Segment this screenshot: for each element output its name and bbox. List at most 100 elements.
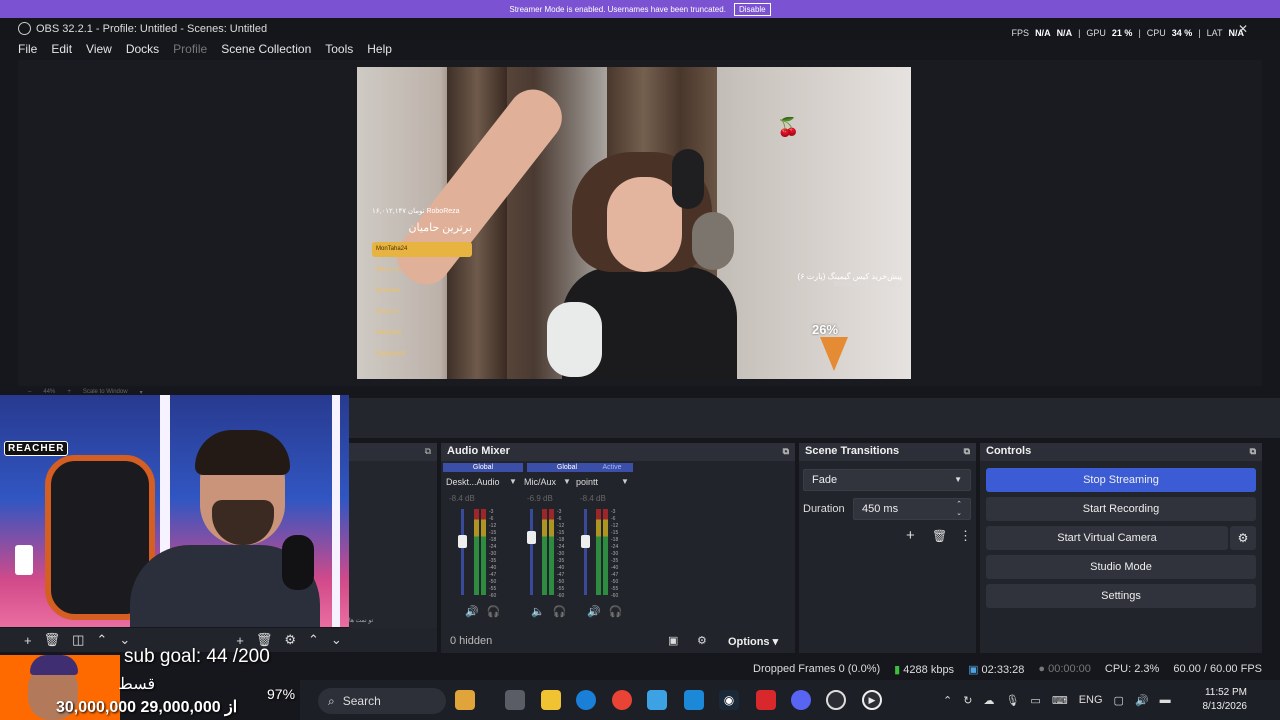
fader-knob[interactable] [527, 531, 536, 544]
start-virtual-camera-button[interactable]: Start Virtual Camera [986, 526, 1228, 550]
keyboard-icon[interactable]: ⌨ [1052, 694, 1068, 707]
meter-ticks: -3 -6 -12 -15 -18 -24 -30 -35 -40 -47 -50 -55 -60 [611, 509, 619, 599]
transition-select[interactable]: Fade ▼ [803, 469, 971, 491]
level-meter [542, 509, 547, 595]
options-button[interactable]: Options ▾ [728, 635, 778, 648]
chevron-down-icon[interactable]: ▼ [509, 477, 517, 486]
trash-icon[interactable]: 🗑 [44, 632, 61, 648]
separator: | [1078, 28, 1081, 38]
sub-goal-overlay: sub goal: 44 /200 [124, 646, 270, 667]
system-tray: ⌃ ↻ ☁ 🎙 ▭ ⌨ ENG ▢ 🔊 ▬ [943, 690, 1171, 710]
disable-streamer-mode-button[interactable]: Disable [733, 2, 771, 16]
volume-fader[interactable] [458, 509, 467, 595]
bird [692, 212, 734, 270]
webcam-overlay: REACHER [0, 395, 349, 627]
top-donor-user: RoboReza [426, 208, 460, 215]
performance-stats: FPS N/A N/A | GPU 21 % | CPU 34 % | LAT … [1012, 28, 1244, 38]
taskbar-clock[interactable]: 11:52 PM 8/13/2026 [1203, 686, 1248, 714]
speaker-icon[interactable]: 🔊 [465, 605, 479, 618]
signal-icon: ▮ [894, 663, 901, 676]
studio-mode-button[interactable]: Studio Mode [986, 555, 1256, 579]
window-title: OBS 32.2.1 - Profile: Untitled - Scenes:… [36, 22, 268, 35]
menu-tools[interactable]: Tools [325, 42, 353, 56]
headphones-icon[interactable]: 🎧 [487, 605, 501, 618]
dock-float-icon[interactable]: ⧉ [964, 446, 970, 457]
chrome-icon[interactable] [612, 690, 632, 710]
task-view-icon[interactable] [505, 690, 525, 710]
trash-icon[interactable]: 🗑 [932, 529, 947, 543]
chevron-up-icon[interactable]: ⌃ [943, 694, 952, 707]
stream-time: ▣ 02:33:28 [968, 663, 1024, 676]
window-icon[interactable]: ▭ [1030, 694, 1040, 707]
taskbar-search[interactable]: ⌕ Search [318, 688, 446, 714]
menu-profile[interactable]: Profile [173, 42, 207, 56]
cpu-usage: CPU: 2.3% [1104, 663, 1160, 675]
display-icon[interactable]: ▢ [1114, 694, 1124, 707]
sync-icon[interactable]: ↻ [963, 694, 972, 707]
chevron-down-icon[interactable]: ▼ [621, 477, 629, 486]
channel-name[interactable]: Deskt...Audio [446, 477, 500, 487]
dock-float-icon[interactable]: ⧉ [1250, 446, 1256, 457]
close-icon[interactable]: ✕ [1238, 22, 1248, 36]
cloud-icon[interactable]: ☁ [983, 694, 994, 707]
recording-time: ● 00:00:00 [1038, 663, 1091, 675]
dock-float-icon[interactable]: ⧉ [783, 446, 789, 457]
media-player-icon[interactable]: ▶ [862, 690, 882, 710]
fader-knob[interactable] [581, 535, 590, 548]
menu-view[interactable]: View [86, 42, 112, 56]
language-indicator[interactable]: ENG [1079, 694, 1103, 706]
edge-icon[interactable] [576, 690, 596, 710]
spin-arrows-icon[interactable]: ⌃ ⌄ [956, 500, 962, 518]
menu-edit[interactable]: Edit [51, 42, 72, 56]
sources-panel-header: ⧉ [349, 443, 437, 461]
stop-streaming-button[interactable]: Stop Streaming [986, 468, 1256, 492]
headphones-active-icon[interactable]: 🎧 [609, 605, 623, 618]
menu-docks[interactable]: Docks [126, 42, 159, 56]
move-down-icon[interactable]: ⌄ [331, 632, 342, 648]
dock-float-icon[interactable]: ⧉ [425, 446, 431, 457]
volume-icon[interactable]: 🔊 [1135, 694, 1149, 707]
discord-icon[interactable] [791, 690, 811, 710]
store-icon[interactable] [647, 690, 667, 710]
add-icon[interactable]: + [24, 633, 32, 648]
app-icon[interactable] [684, 690, 704, 710]
channel-db: -8.4 dB [580, 494, 606, 503]
layout-icon[interactable]: ▣ [668, 634, 678, 647]
menu-help[interactable]: Help [367, 42, 392, 56]
volume-fader[interactable] [581, 509, 590, 595]
obs-logo-icon [18, 22, 31, 35]
file-explorer-icon[interactable] [541, 690, 561, 710]
installment-label: قسط [118, 676, 156, 693]
channel-name[interactable]: pointt [576, 477, 598, 487]
channel-icons: 🔊 🎧 [465, 605, 500, 618]
channel-name[interactable]: Mic/Aux [524, 477, 556, 487]
gear-icon[interactable]: ⚙ [284, 632, 296, 648]
speaker-muted-icon[interactable]: 🔈 [531, 605, 545, 618]
settings-button[interactable]: Settings [986, 584, 1256, 608]
menu-scene-collection[interactable]: Scene Collection [221, 42, 311, 56]
more-options-icon[interactable]: ⋮ [959, 528, 972, 544]
move-up-icon[interactable]: ⌃ [308, 632, 319, 648]
virtual-camera-settings-gear-icon[interactable]: ⚙ [1230, 526, 1256, 550]
stream-preview[interactable]: 🍒 ۱۶,۰۱۲,۱۴۷ تومان RoboReza برترین حامیا… [357, 67, 911, 379]
headphones-icon[interactable]: 🎧 [553, 605, 567, 618]
chevron-down-icon[interactable]: ▼ [563, 477, 571, 486]
duration-spinbox[interactable]: 450 ms ⌃ ⌄ [853, 498, 971, 520]
stream-time-value: 02:33:28 [981, 663, 1025, 676]
speaker-icon[interactable]: 🔊 [587, 605, 601, 618]
start-recording-button[interactable]: Start Recording [986, 497, 1256, 521]
microphone-icon[interactable]: 🎙 [1005, 694, 1019, 707]
fader-knob[interactable] [458, 535, 467, 548]
obs-taskbar-icon[interactable] [826, 690, 846, 710]
battery-icon[interactable]: ▬ [1160, 694, 1171, 706]
menu-file[interactable]: File [18, 42, 37, 56]
move-up-icon[interactable]: ⌃ [96, 632, 107, 648]
widgets-icon[interactable] [455, 690, 475, 710]
app-red-icon[interactable] [756, 690, 776, 710]
filter-icon[interactable]: ◫ [72, 632, 84, 648]
top-donors-overlay: ۱۶,۰۱۲,۱۴۷ تومان RoboReza برترین حامیان … [372, 207, 472, 367]
advanced-audio-icon[interactable]: ⚙ [697, 634, 707, 647]
add-icon[interactable]: + [906, 527, 915, 544]
steam-icon[interactable]: ◉ [719, 690, 739, 710]
volume-fader[interactable] [527, 509, 536, 595]
